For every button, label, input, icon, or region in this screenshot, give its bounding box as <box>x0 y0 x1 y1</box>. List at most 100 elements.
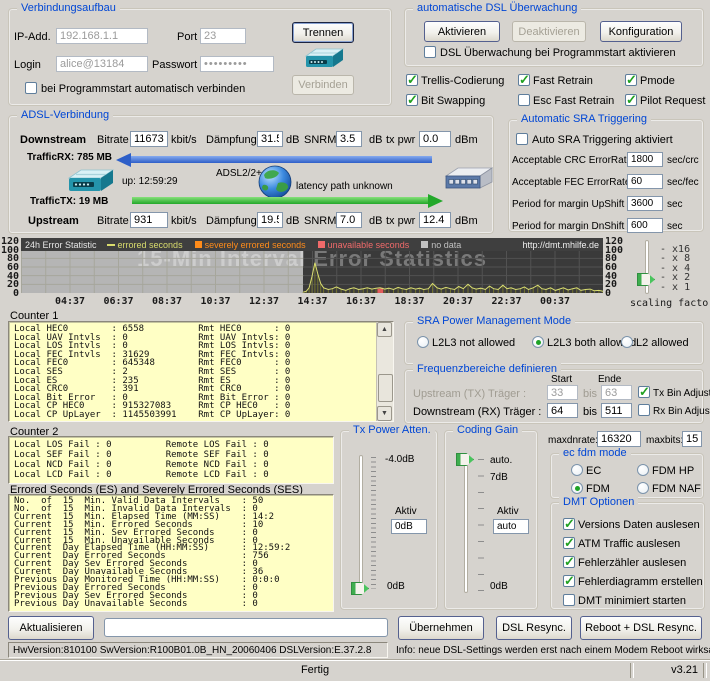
db-unit: dB <box>369 215 382 227</box>
upstream-end-input[interactable] <box>601 385 632 400</box>
x-tick-label: 12:37 <box>248 296 280 307</box>
chart-title: 24h Error Statistic <box>25 240 97 250</box>
down-bitrate-input[interactable] <box>130 131 168 147</box>
ip-input[interactable] <box>56 28 148 44</box>
coding-gain-slider-track[interactable] <box>464 455 468 593</box>
activate-button[interactable]: Aktivieren <box>424 21 500 42</box>
down-txpwr-input[interactable] <box>419 131 451 147</box>
trellis-codierung-label: Trellis-Codierung <box>421 75 504 87</box>
es-ses-text: No. of 15 Min. Valid Data Intervals : 50… <box>9 495 333 609</box>
tx-atten-slider-track[interactable] <box>359 455 363 593</box>
deactivate-button[interactable]: Deaktivieren <box>512 21 586 42</box>
scaling-slider-handle[interactable] <box>637 273 655 286</box>
scroll-up-button[interactable]: ▲ <box>377 322 392 337</box>
configuration-button[interactable]: Konfiguration <box>600 21 682 42</box>
group-title: SRA Power Management Mode <box>413 315 575 328</box>
counter1-box[interactable]: Local HEC0 : 6558 Rmt HEC0 : 0 Local UAV… <box>8 321 394 422</box>
pmode-checkbox[interactable] <box>625 74 637 86</box>
downstream-start-input[interactable] <box>547 403 578 418</box>
period-for-margin-dnshift-input[interactable] <box>627 218 663 233</box>
fast-retrain-checkbox[interactable] <box>518 74 530 86</box>
apply-button[interactable]: Übernehmen <box>398 616 484 640</box>
dmt-minimiert-starten-checkbox[interactable] <box>563 594 575 606</box>
down-daempfung-input[interactable] <box>257 131 283 147</box>
atm-traffic-auslesen-label: ATM Traffic auslesen <box>578 538 680 550</box>
esc-fast-retrain-checkbox[interactable] <box>518 94 530 106</box>
l2l3-both-allowed-radio[interactable] <box>532 336 544 348</box>
tx-atten-slider-ticks <box>371 457 376 589</box>
maxdnrate-label: maxdnrate: <box>548 435 598 446</box>
fast-retrain-label: Fast Retrain <box>533 75 593 87</box>
up-txpwr-input[interactable] <box>419 212 451 228</box>
fdm-radio[interactable] <box>571 482 583 494</box>
tx-atten-slider-handle[interactable] <box>351 582 369 595</box>
dslam-icon <box>442 164 494 194</box>
l2-allowed-radio[interactable] <box>621 336 633 348</box>
trellis-codierung-checkbox[interactable] <box>406 74 418 86</box>
db-unit: dB <box>286 215 299 227</box>
ip-label: IP-Add. <box>14 31 51 43</box>
coding-gain-slider-handle[interactable] <box>456 453 474 466</box>
statusbar-separator <box>630 663 634 678</box>
pilot-request-checkbox[interactable] <box>625 94 637 106</box>
up-snrm-input[interactable] <box>336 212 362 228</box>
upstream-start-input[interactable] <box>547 385 578 400</box>
fdm-hp-radio[interactable] <box>637 464 649 476</box>
acceptable-crc-errorrate-input[interactable] <box>627 152 663 167</box>
fehlerdiagramm-erstellen-checkbox[interactable] <box>563 575 575 587</box>
upstream-arrow-head <box>428 194 443 208</box>
refresh-button[interactable]: Aktualisieren <box>8 616 94 640</box>
tx-atten-value-input[interactable] <box>391 519 427 534</box>
dmt-tool-window: Verbindungsaufbau IP-Add. Port Login Pas… <box>0 0 710 681</box>
x-tick-label: 14:37 <box>297 296 329 307</box>
auto-sra-checkbox[interactable] <box>516 133 528 145</box>
version-info-text: HwVersion:810100 SwVersion:R100B01.0B_HN… <box>13 645 371 656</box>
chart-y-axis-left: 120100806040200 <box>0 236 19 298</box>
counter1-scrollbar[interactable]: ▲ ▼ <box>376 322 393 421</box>
rx-bin-adjust-checkbox[interactable] <box>638 404 650 416</box>
tx-bin-adjust-checkbox[interactable] <box>638 386 650 398</box>
group-title: Coding Gain <box>453 424 522 437</box>
tx-bin-adjust-label: Tx Bin Adjust <box>653 388 710 399</box>
l2l3-not-allowed-label: L2L3 not allowed <box>432 337 515 349</box>
uptime-label: up: 12:59:29 <box>122 176 178 187</box>
period-for-margin-upshift-input[interactable] <box>627 196 663 211</box>
dsl-resync-button[interactable]: DSL Resync. <box>496 616 572 640</box>
up-daempfung-input[interactable] <box>257 212 283 228</box>
down-snrm-input[interactable] <box>336 131 362 147</box>
login-input[interactable] <box>56 56 148 72</box>
coding-gain-slider-ticks <box>478 459 484 591</box>
autostart-checkbox[interactable] <box>25 82 37 94</box>
legend-swatch <box>195 241 202 248</box>
acceptable-fec-errorrate-input[interactable] <box>627 174 663 189</box>
ec-label: EC <box>586 465 601 477</box>
versions-daten-auslesen-checkbox[interactable] <box>563 518 575 530</box>
l2l3-not-allowed-radio[interactable] <box>417 336 429 348</box>
coding-gain-value-input[interactable] <box>493 519 529 534</box>
maxdnrate-input[interactable] <box>597 431 641 447</box>
x-tick-label: 00:37 <box>539 296 571 307</box>
ec-radio[interactable] <box>571 464 583 476</box>
scrollbar-thumb[interactable] <box>378 374 393 402</box>
up-bitrate-input[interactable] <box>130 212 168 228</box>
maxbits-input[interactable] <box>682 431 702 447</box>
fehlerz-hler-auslesen-checkbox[interactable] <box>563 556 575 568</box>
connect-button[interactable]: Verbinden <box>292 75 354 95</box>
rx-bin-adjust-label: Rx Bin Adjust <box>653 406 710 417</box>
bis-label: bis <box>583 406 597 418</box>
status-bar: Fertig v3.21 <box>0 659 710 681</box>
port-input[interactable] <box>200 28 246 44</box>
x-tick-label: 18:37 <box>394 296 426 307</box>
kbit-unit: kbit/s <box>171 134 197 146</box>
fdm-naf-radio[interactable] <box>637 482 649 494</box>
bit-swapping-checkbox[interactable] <box>406 94 418 106</box>
reboot-resync-button[interactable]: Reboot + DSL Resync. <box>580 616 702 640</box>
atm-traffic-auslesen-checkbox[interactable] <box>563 537 575 549</box>
counter2-text: Local LOS Fail : 0 Remote LOS Fail : 0 L… <box>9 437 333 480</box>
monitoring-startup-checkbox[interactable] <box>424 46 436 58</box>
modem-option-checkboxes: Trellis-CodierungFast RetrainPmodeBit Sw… <box>406 74 706 110</box>
downstream-end-input[interactable] <box>601 403 632 418</box>
password-input[interactable] <box>200 56 274 72</box>
scroll-down-button[interactable]: ▼ <box>377 406 392 421</box>
disconnect-button[interactable]: Trennen <box>292 22 354 43</box>
